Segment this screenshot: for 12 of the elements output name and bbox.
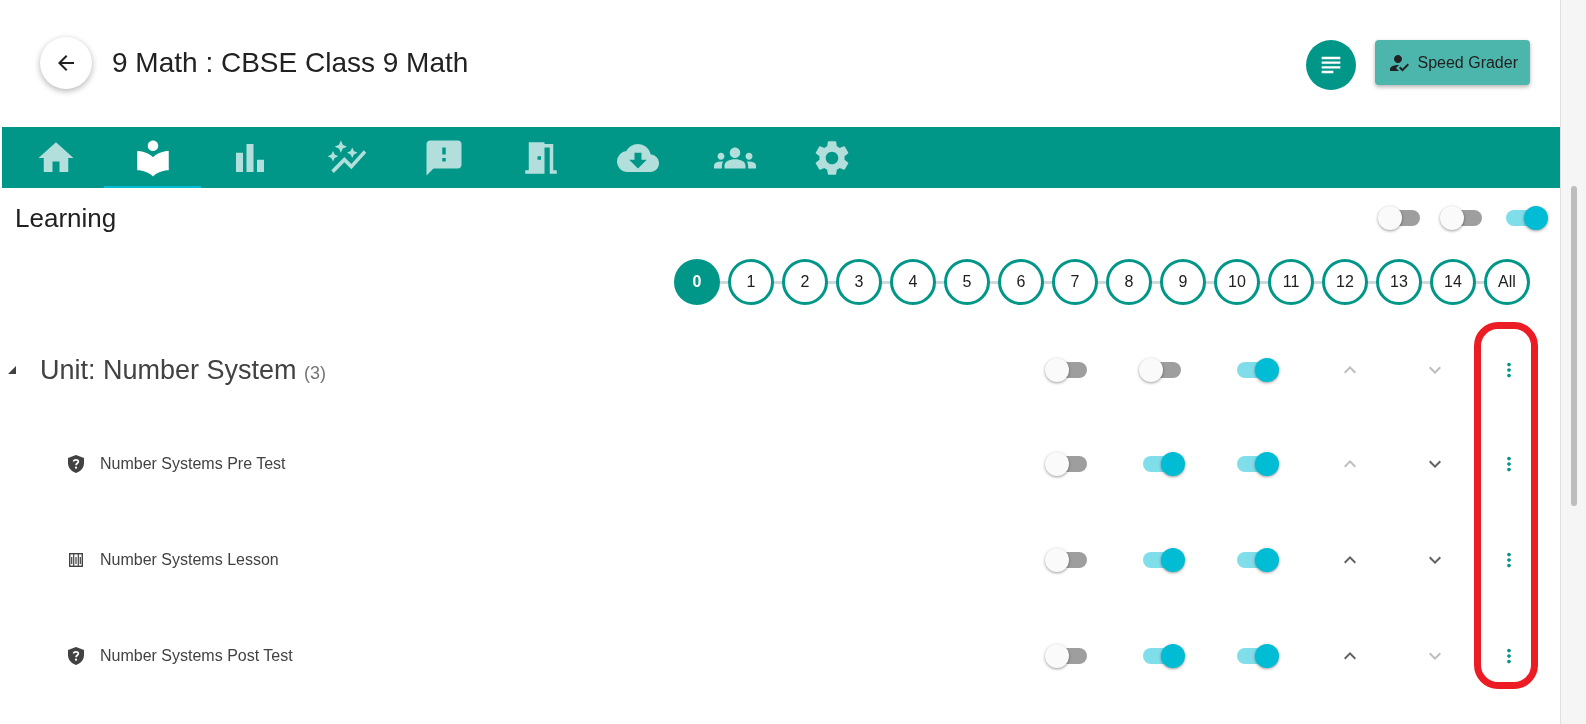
item-title[interactable]: Number Systems Post Test [100, 644, 293, 668]
section-title: Learning [15, 201, 117, 235]
back-button[interactable] [40, 36, 92, 89]
shield-question-icon [68, 455, 84, 473]
columns-icon [69, 553, 83, 567]
course-title: 9 Math : CBSE Class 9 Math [112, 45, 469, 80]
item-title[interactable]: Number Systems Pre Test [100, 452, 286, 476]
shield-question-icon [68, 647, 84, 665]
unit-title[interactable]: Unit: Number System (3) [40, 349, 327, 391]
expand-triangle-icon[interactable] [8, 366, 16, 374]
speed-grader-button[interactable]: Speed Grader [1375, 40, 1530, 85]
item-title[interactable]: Number Systems Lesson [100, 548, 279, 572]
